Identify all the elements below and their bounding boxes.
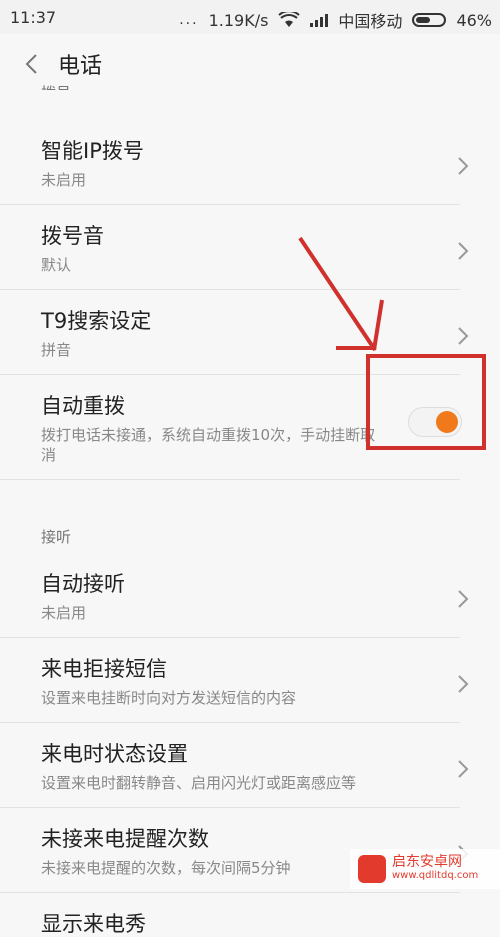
annotation-box <box>366 354 486 450</box>
watermark-logo-icon <box>358 855 386 883</box>
item-title: 显示来电秀 <box>41 912 146 936</box>
list-item-caller-show[interactable]: 显示来电秀 <box>0 893 460 937</box>
watermark-brand: 启东安卓网 <box>392 854 462 870</box>
watermark: 启东安卓网 www.qdlitdq.com <box>350 849 500 889</box>
watermark-texts: 启东安卓网 www.qdlitdq.com <box>392 855 478 883</box>
watermark-url: www.qdlitdq.com <box>392 870 479 881</box>
